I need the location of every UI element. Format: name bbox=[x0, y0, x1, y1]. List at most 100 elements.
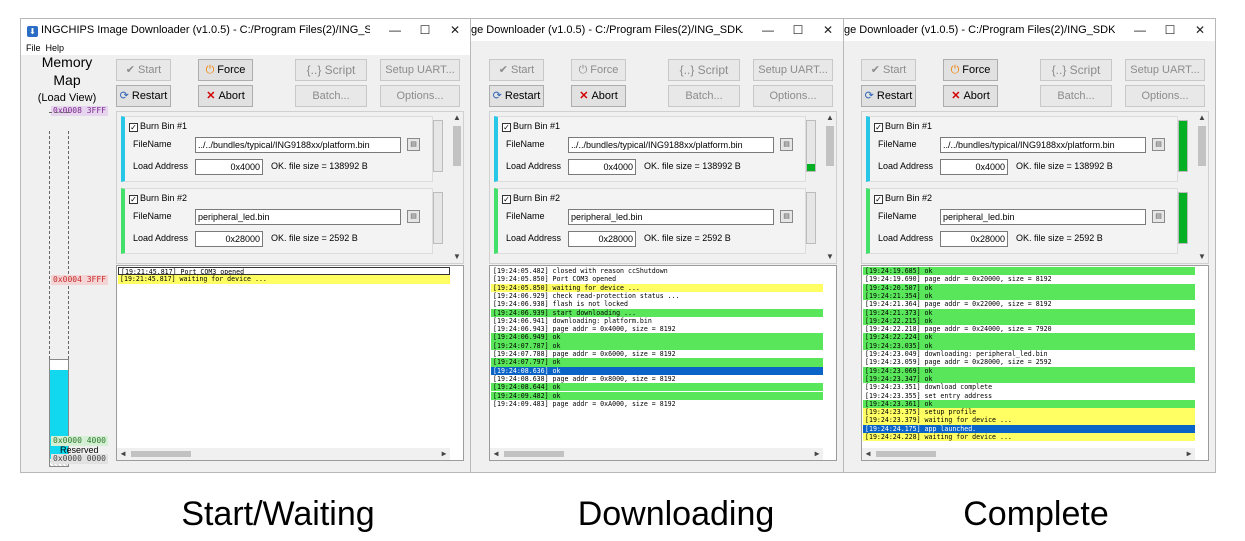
close-icon[interactable]: ✕ bbox=[440, 19, 470, 41]
log-horizontal-scrollbar[interactable]: ◀ ▶ bbox=[490, 448, 823, 460]
burn-bin-1-checkbox[interactable]: ✓ Burn Bin #1 bbox=[502, 121, 560, 132]
folder-icon[interactable]: ▤ bbox=[1152, 138, 1165, 151]
filename-field[interactable]: peripheral_led.bin bbox=[195, 209, 401, 225]
log-line: [19:24:23.375] setup profile bbox=[863, 408, 1195, 417]
filename-label: FileName bbox=[133, 139, 172, 149]
burn-bin-2-checkbox[interactable]: ✓ Burn Bin #2 bbox=[129, 193, 187, 204]
window-title: INGCHIPS Image Downloader (v1.0.5) - C:/… bbox=[41, 24, 370, 36]
filename-field[interactable]: ../../bundles/typical/ING9188xx/platform… bbox=[195, 137, 401, 153]
setup-uart-button[interactable]: Setup UART... bbox=[380, 59, 460, 81]
filename-field[interactable]: ../../bundles/typical/ING9188xx/platform… bbox=[940, 137, 1146, 153]
load-address-field[interactable]: 0x28000 bbox=[940, 231, 1008, 247]
force-button[interactable]: ⏻ Force bbox=[198, 59, 253, 81]
load-address-field[interactable]: 0x28000 bbox=[568, 231, 636, 247]
log-output[interactable]: [19:21:45.817] waiting for device ... [19… bbox=[116, 265, 464, 461]
script-button[interactable]: {..} Script bbox=[1040, 59, 1112, 81]
filename-field[interactable]: peripheral_led.bin bbox=[940, 209, 1146, 225]
load-address-field[interactable]: 0x28000 bbox=[195, 231, 263, 247]
setup-uart-button[interactable]: Setup UART... bbox=[753, 59, 833, 81]
restart-button[interactable]: ⟳ Restart bbox=[116, 85, 171, 107]
bin-list-scrollbar[interactable]: ▲ ▼ bbox=[824, 112, 836, 263]
scroll-down-icon[interactable]: ▼ bbox=[1196, 251, 1208, 263]
scroll-up-icon[interactable]: ▲ bbox=[824, 112, 836, 124]
batch-button[interactable]: Batch... bbox=[295, 85, 367, 107]
folder-icon[interactable]: ▤ bbox=[1152, 210, 1165, 223]
close-icon[interactable]: ✕ bbox=[1185, 19, 1215, 41]
burn-bin-1-checkbox[interactable]: ✓ Burn Bin #1 bbox=[129, 121, 187, 132]
start-button[interactable]: ✔ Start bbox=[489, 59, 544, 81]
options-button[interactable]: Options... bbox=[1125, 85, 1205, 107]
log-horizontal-scrollbar[interactable]: ◀ ▶ bbox=[862, 448, 1195, 460]
scroll-down-icon[interactable]: ▼ bbox=[824, 251, 836, 263]
log-line: [19:24:23.049] downloading: peripheral_l… bbox=[863, 350, 1195, 359]
force-button[interactable]: ⏻ Force bbox=[571, 59, 626, 81]
start-button[interactable]: ✔ Start bbox=[861, 59, 916, 81]
batch-button[interactable]: Batch... bbox=[1040, 85, 1112, 107]
scroll-right-icon[interactable]: ▶ bbox=[1183, 448, 1195, 460]
abort-button[interactable]: ✕ Abort bbox=[571, 85, 626, 107]
filename-field[interactable]: peripheral_led.bin bbox=[568, 209, 774, 225]
scroll-thumb[interactable] bbox=[504, 451, 564, 457]
close-icon[interactable]: ✕ bbox=[813, 19, 843, 41]
scroll-right-icon[interactable]: ▶ bbox=[811, 448, 823, 460]
window-downloading: ge Downloader (v1.0.5) - C:/Program File… bbox=[470, 18, 844, 473]
script-button[interactable]: {..} Script bbox=[668, 59, 740, 81]
script-button[interactable]: {..} Script bbox=[295, 59, 367, 81]
bin-list-scrollbar[interactable]: ▲ ▼ bbox=[1196, 112, 1208, 263]
scroll-thumb[interactable] bbox=[876, 451, 936, 457]
maximize-icon[interactable]: ☐ bbox=[783, 19, 813, 41]
folder-icon[interactable]: ▤ bbox=[780, 138, 793, 151]
load-address-field[interactable]: 0x4000 bbox=[195, 159, 263, 175]
restart-button[interactable]: ⟳ Restart bbox=[489, 85, 544, 107]
load-address-label: Load Address bbox=[133, 161, 189, 171]
menu-help[interactable]: Help bbox=[46, 43, 65, 53]
folder-icon[interactable]: ▤ bbox=[780, 210, 793, 223]
minimize-icon[interactable]: — bbox=[380, 19, 410, 41]
options-button[interactable]: Options... bbox=[753, 85, 833, 107]
scroll-up-icon[interactable]: ▲ bbox=[1196, 112, 1208, 124]
batch-button[interactable]: Batch... bbox=[668, 85, 740, 107]
burn-bin-2-checkbox[interactable]: ✓ Burn Bin #2 bbox=[502, 193, 560, 204]
menu-file[interactable]: File bbox=[26, 43, 41, 53]
scroll-left-icon[interactable]: ◀ bbox=[862, 448, 874, 460]
minimize-icon[interactable]: — bbox=[1125, 19, 1155, 41]
setup-uart-button[interactable]: Setup UART... bbox=[1125, 59, 1205, 81]
burn-bin-2-checkbox[interactable]: ✓ Burn Bin #2 bbox=[874, 193, 932, 204]
scroll-thumb[interactable] bbox=[826, 126, 834, 166]
log-horizontal-scrollbar[interactable]: ◀ ▶ bbox=[117, 448, 450, 460]
file-status: OK. file size = 138992 B bbox=[1016, 161, 1113, 171]
bin-list-scrollbar[interactable]: ▲ ▼ bbox=[451, 112, 463, 263]
bin-2-progress bbox=[806, 192, 816, 244]
filename-label: FileName bbox=[133, 211, 172, 221]
folder-icon[interactable]: ▤ bbox=[407, 138, 420, 151]
window-complete: ge Downloader (v1.0.5) - C:/Program File… bbox=[843, 18, 1216, 473]
scroll-thumb[interactable] bbox=[131, 451, 191, 457]
scroll-left-icon[interactable]: ◀ bbox=[490, 448, 502, 460]
burn-bin-1: ✓ Burn Bin #1 FileName ../../bundles/typi… bbox=[494, 116, 806, 182]
maximize-icon[interactable]: ☐ bbox=[1155, 19, 1185, 41]
maximize-icon[interactable]: ☐ bbox=[410, 19, 440, 41]
filename-field[interactable]: ../../bundles/typical/ING9188xx/platform… bbox=[568, 137, 774, 153]
log-line: [19:24:21.354] ok bbox=[863, 291, 1195, 301]
log-output[interactable]: [19:24:24.228] waiting for device ... [19… bbox=[861, 265, 1209, 461]
restart-button[interactable]: ⟳ Restart bbox=[861, 85, 916, 107]
scroll-left-icon[interactable]: ◀ bbox=[117, 448, 129, 460]
load-address-label: Load Address bbox=[133, 233, 189, 243]
load-address-field[interactable]: 0x4000 bbox=[568, 159, 636, 175]
folder-icon[interactable]: ▤ bbox=[407, 210, 420, 223]
burn-bin-1-checkbox[interactable]: ✓ Burn Bin #1 bbox=[874, 121, 932, 132]
abort-button[interactable]: ✕ Abort bbox=[198, 85, 253, 107]
minimize-icon[interactable]: — bbox=[753, 19, 783, 41]
filename-label: FileName bbox=[878, 139, 917, 149]
log-output[interactable]: [19:24:09.483] page addr = 0xA000, size … bbox=[489, 265, 837, 461]
options-button[interactable]: Options... bbox=[380, 85, 460, 107]
abort-button[interactable]: ✕ Abort bbox=[943, 85, 998, 107]
scroll-thumb[interactable] bbox=[1198, 126, 1206, 166]
force-button[interactable]: ⏻ Force bbox=[943, 59, 998, 81]
scroll-thumb[interactable] bbox=[453, 126, 461, 166]
scroll-down-icon[interactable]: ▼ bbox=[451, 251, 463, 263]
start-button[interactable]: ✔ Start bbox=[116, 59, 171, 81]
load-address-field[interactable]: 0x4000 bbox=[940, 159, 1008, 175]
scroll-up-icon[interactable]: ▲ bbox=[451, 112, 463, 124]
scroll-right-icon[interactable]: ▶ bbox=[438, 448, 450, 460]
